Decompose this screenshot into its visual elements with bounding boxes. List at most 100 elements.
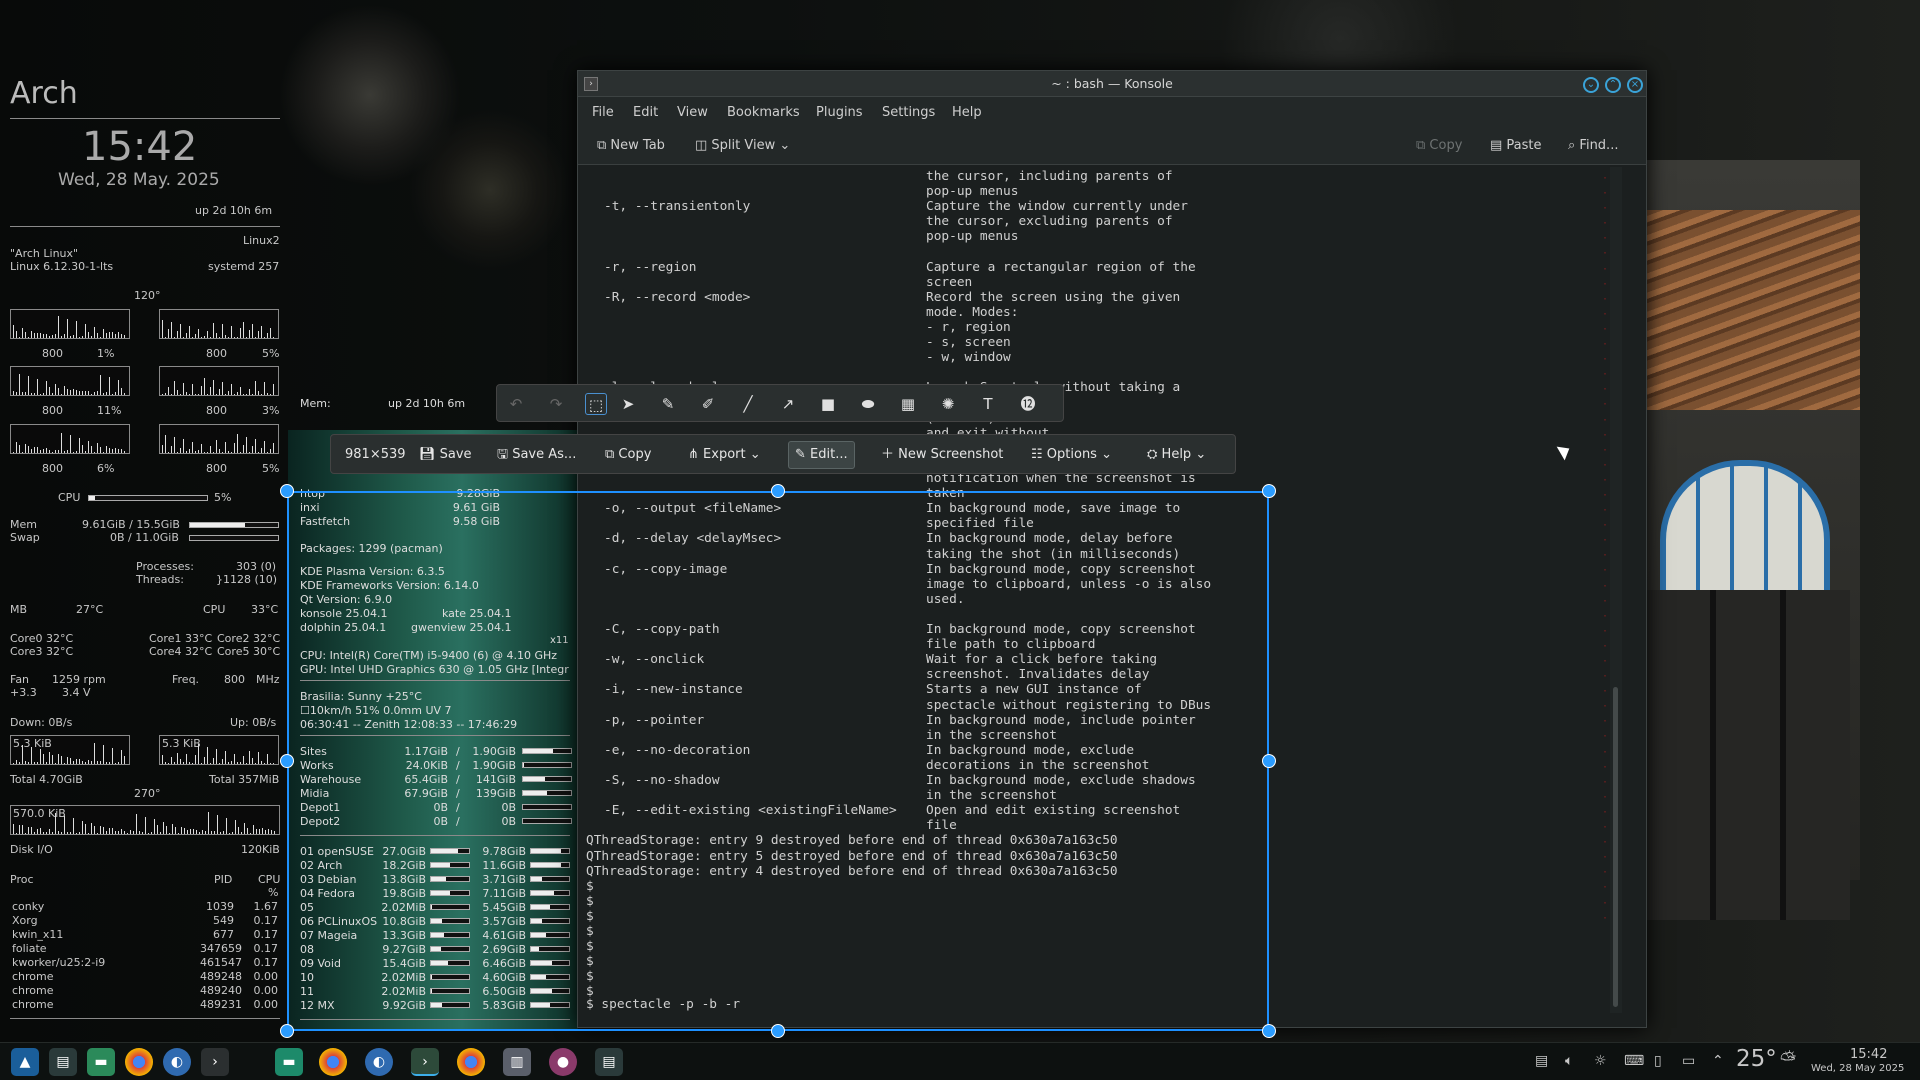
- handle-top[interactable]: [771, 484, 785, 498]
- number-stamp-icon[interactable]: ⓬: [1017, 393, 1039, 415]
- line-numbers: · · · · · · · · · · · · · · · · · · · · · · · · · · · · · · · · · · · · · · · ·…: [1601, 173, 1608, 924]
- linux2-label: Linux2: [243, 234, 280, 247]
- handle-top-right[interactable]: [1262, 484, 1276, 498]
- new-screenshot-button[interactable]: ＋ New Screenshot: [881, 444, 1003, 466]
- option-description: - w, window: [926, 350, 1011, 366]
- freq-value: 800: [224, 673, 245, 686]
- save-as-button[interactable]: 🖫 Save As...: [497, 444, 576, 466]
- pixelate-icon[interactable]: ▦: [897, 393, 919, 415]
- minimize-icon[interactable]: ⌄: [1583, 77, 1599, 93]
- split-view-button[interactable]: ◫ Split View ⌄: [695, 138, 790, 153]
- proc-cpu: 0.00: [253, 970, 279, 983]
- handle-bottom-right[interactable]: [1262, 1024, 1276, 1038]
- line-icon[interactable]: ╱: [737, 393, 759, 415]
- menu-settings[interactable]: Settings: [882, 105, 935, 120]
- edit-icon: ✎: [795, 447, 811, 462]
- usb-icon[interactable]: ⌨: [1624, 1053, 1644, 1069]
- pen-icon[interactable]: ✐: [697, 393, 719, 415]
- highlighter-icon[interactable]: ✎: [657, 393, 679, 415]
- maximize-icon[interactable]: ⌃: [1605, 77, 1621, 93]
- brightness-icon[interactable]: ☼: [1594, 1053, 1607, 1069]
- select-tool-icon[interactable]: ⬚: [585, 393, 607, 415]
- option-description: Capture the window currently under: [926, 199, 1188, 215]
- option-name: -r, --region: [604, 259, 697, 275]
- rectangle-icon[interactable]: ■: [817, 393, 839, 415]
- arrow-icon[interactable]: ↗: [777, 393, 799, 415]
- task-chrome-2-icon[interactable]: [457, 1048, 485, 1076]
- proc-name: conky: [12, 900, 45, 913]
- chrome-icon[interactable]: [125, 1048, 153, 1076]
- task-chrome-icon[interactable]: [319, 1048, 347, 1076]
- clock-date[interactable]: Wed, 28 May 2025: [1811, 1063, 1904, 1074]
- terminal-line: - w, window: [586, 350, 1604, 365]
- copy-screenshot-button[interactable]: ⧉ Copy: [605, 444, 651, 466]
- task-files-icon[interactable]: ▬: [275, 1048, 303, 1076]
- battery-icon[interactable]: ▯: [1654, 1053, 1662, 1069]
- task-reader-icon[interactable]: ▥: [503, 1048, 531, 1076]
- handle-top-left[interactable]: [280, 484, 294, 498]
- task-browser-icon[interactable]: ◐: [365, 1048, 393, 1076]
- proc-header: Proc: [10, 873, 34, 886]
- toolbar: ⧉ New Tab ◫ Split View ⌄ ⧉ Copy ▤ Paste …: [578, 127, 1646, 165]
- handle-right[interactable]: [1262, 754, 1276, 768]
- menu-file[interactable]: File: [592, 105, 614, 120]
- selection-rectangle[interactable]: [287, 491, 1269, 1031]
- ellipse-icon[interactable]: ⬬: [857, 393, 879, 415]
- clipboard-icon[interactable]: ▤: [1535, 1053, 1548, 1069]
- undo-icon[interactable]: ↶: [505, 393, 527, 415]
- proc-pid: 677: [213, 928, 234, 941]
- option-description: the cursor, excluding parents of: [926, 214, 1173, 230]
- proc-name: chrome: [12, 970, 54, 983]
- edit-button[interactable]: ✎ Edit...: [788, 441, 855, 469]
- scrollbar[interactable]: [1610, 167, 1622, 1013]
- menu-edit[interactable]: Edit: [633, 105, 658, 120]
- menu-help[interactable]: Help: [952, 105, 982, 120]
- file-manager-icon[interactable]: ▬: [87, 1048, 115, 1076]
- terminal-icon[interactable]: ›: [201, 1048, 229, 1076]
- help-button[interactable]: ⛭ Help ⌄: [1147, 444, 1206, 466]
- find-button[interactable]: ⌕ Find...: [1568, 138, 1618, 153]
- export-button[interactable]: ⋔ Export ⌄: [688, 444, 761, 466]
- handle-bottom-left[interactable]: [280, 1024, 294, 1038]
- threads-label: Threads:: [136, 573, 184, 586]
- pointer-tool-icon[interactable]: ➤: [617, 393, 639, 415]
- display-icon[interactable]: ▭: [1682, 1053, 1695, 1069]
- text-icon[interactable]: T: [977, 393, 999, 415]
- redo-icon[interactable]: ↷: [545, 393, 567, 415]
- proc-cpu: 0.17: [253, 942, 279, 955]
- volume-icon[interactable]: 🔈︎: [1565, 1053, 1573, 1069]
- close-icon[interactable]: ×: [1627, 77, 1643, 93]
- core0: Core0 32°C: [10, 632, 74, 645]
- paste-button[interactable]: ▤ Paste: [1490, 138, 1542, 153]
- save-button[interactable]: 💾︎ Save: [419, 444, 472, 466]
- spectacle-toolbar: 981×539 💾︎ Save 🖫 Save As... ⧉ Copy ⋔ Ex…: [330, 434, 1236, 474]
- app-launcher-icon[interactable]: ▲: [11, 1048, 39, 1076]
- browser-icon[interactable]: ◐: [163, 1048, 191, 1076]
- blur-icon[interactable]: ✺: [937, 393, 959, 415]
- task-konsole-icon[interactable]: ›: [411, 1048, 439, 1076]
- task-monitor-icon[interactable]: ▤: [595, 1048, 623, 1076]
- task-spectacle-icon[interactable]: ●: [549, 1048, 577, 1076]
- total-up: Total 357MiB: [209, 773, 280, 786]
- copy-button[interactable]: ⧉ Copy: [1416, 138, 1462, 153]
- weather-icon[interactable]: ⛅︎: [1780, 1047, 1796, 1071]
- menu-plugins[interactable]: Plugins: [816, 105, 863, 120]
- konsole-titlebar[interactable]: › ~ : bash — Konsole ⌄ ⌃ ×: [578, 71, 1646, 97]
- mb-label: MB: [10, 603, 28, 616]
- new-tab-button[interactable]: ⧉ New Tab: [597, 138, 665, 153]
- handle-bottom[interactable]: [771, 1024, 785, 1038]
- menu-bookmarks[interactable]: Bookmarks: [727, 105, 800, 120]
- clock-time[interactable]: 15:42: [1850, 1047, 1887, 1062]
- cpu-freq-4: 800: [42, 462, 63, 475]
- tray-expand-icon[interactable]: ⌃: [1712, 1053, 1724, 1069]
- menubar: File Edit View Bookmarks Plugins Setting…: [578, 97, 1646, 127]
- handle-left[interactable]: [280, 754, 294, 768]
- fan-label: Fan: [10, 673, 30, 686]
- menu-view[interactable]: View: [677, 105, 708, 120]
- system-monitor-icon[interactable]: ▤: [49, 1048, 77, 1076]
- cpu-freq-0: 800: [42, 347, 63, 360]
- options-button[interactable]: ☷ Options ⌄: [1031, 444, 1112, 466]
- weather-temp[interactable]: 25°: [1736, 1046, 1777, 1072]
